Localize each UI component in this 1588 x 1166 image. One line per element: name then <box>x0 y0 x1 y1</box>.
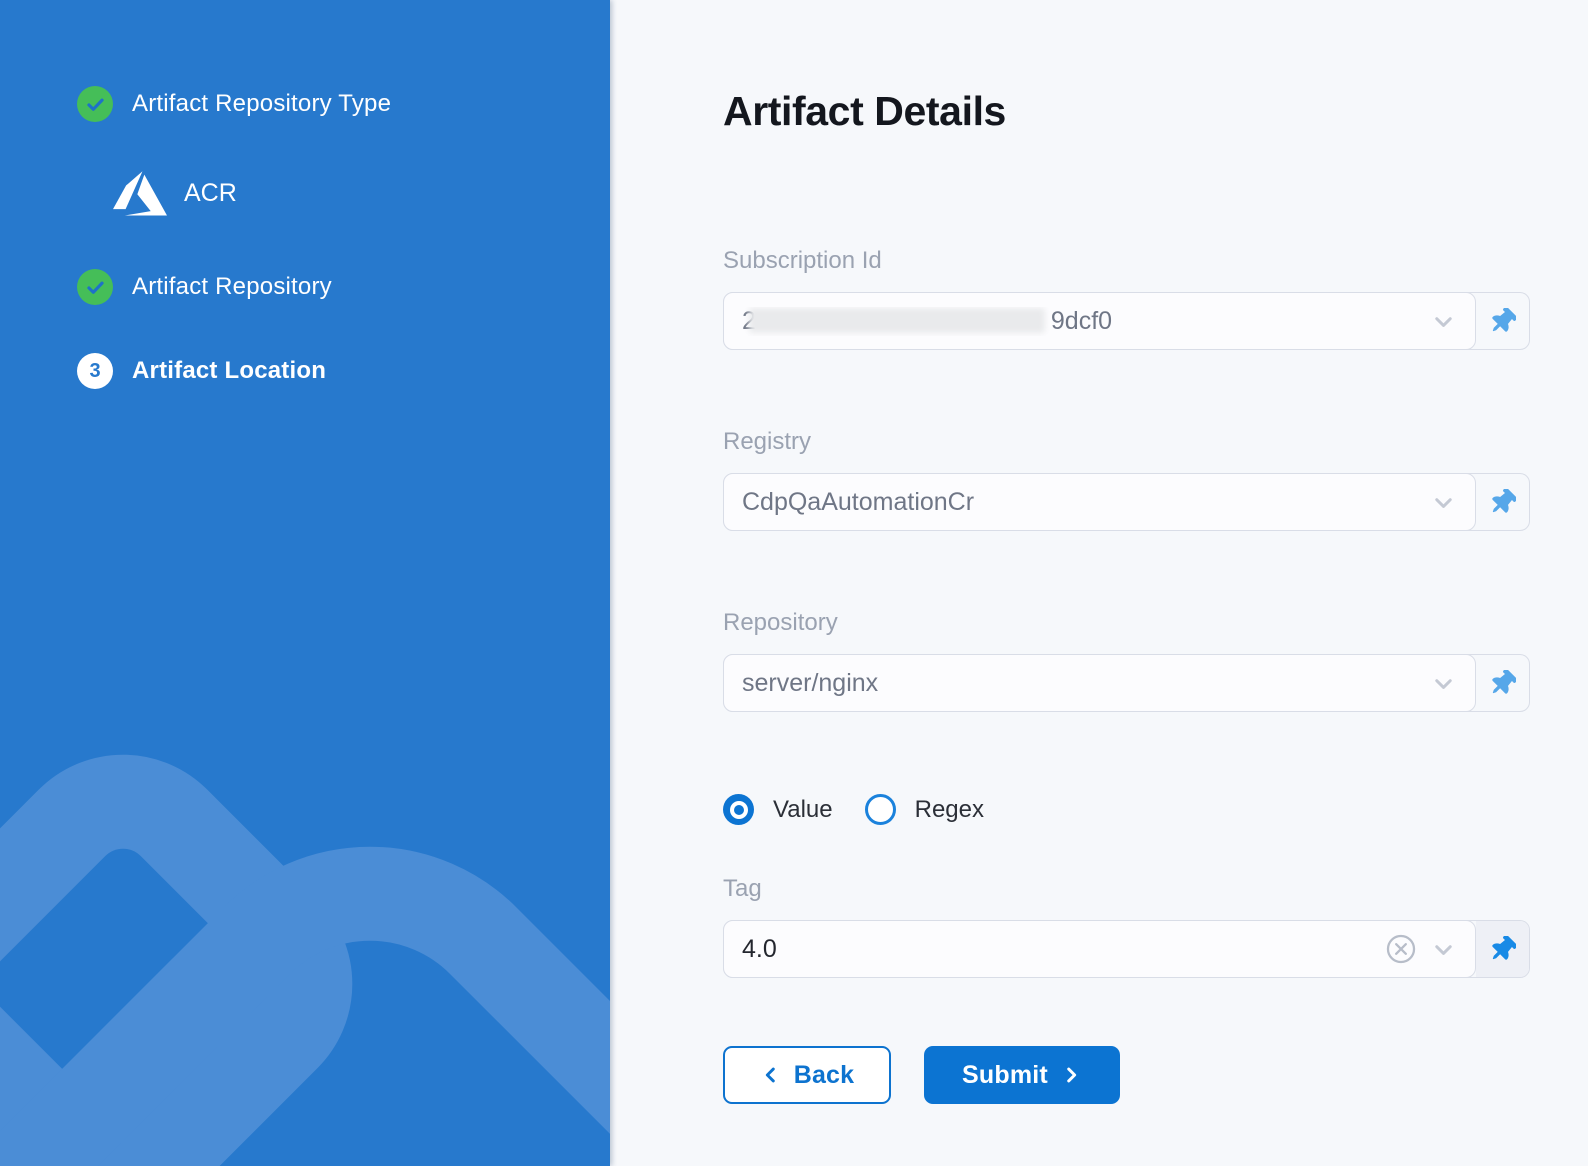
submit-button[interactable]: Submit <box>924 1046 1120 1104</box>
step-label: Artifact Repository Type <box>132 90 391 118</box>
chevron-down-icon <box>1430 308 1457 335</box>
repository-value: server/nginx <box>742 669 1418 698</box>
step-complete-check-icon <box>77 269 113 305</box>
chevron-down-icon <box>1430 489 1457 516</box>
chevron-down-icon <box>1430 936 1457 963</box>
radio-selected-icon <box>723 794 754 825</box>
pin-button-active[interactable] <box>1476 921 1529 977</box>
subscription-id-value: 2 9dcf0 <box>742 307 1418 336</box>
subscription-id-select[interactable]: 2 9dcf0 <box>723 292 1476 350</box>
tag-field: 4.0 <box>723 920 1530 978</box>
repository-group: Repository server/nginx <box>723 609 1530 712</box>
tag-value: 4.0 <box>742 935 1372 964</box>
chevron-down-icon <box>1430 670 1457 697</box>
azure-logo-icon <box>113 170 167 217</box>
repository-label: Repository <box>723 609 1530 637</box>
radio-label: Value <box>773 796 833 824</box>
subscription-id-label: Subscription Id <box>723 247 1530 275</box>
repository-field: server/nginx <box>723 654 1530 712</box>
step-complete-check-icon <box>77 86 113 122</box>
tag-label: Tag <box>723 875 1530 903</box>
step-number-badge: 3 <box>77 353 113 389</box>
page-title: Artifact Details <box>723 88 1530 135</box>
redacted-blur-bar <box>749 308 1045 333</box>
artifact-details-panel: Artifact Details Subscription Id 2 9dcf0 <box>610 0 1588 1166</box>
radio-option-value[interactable]: Value <box>723 794 833 825</box>
step-artifact-repository[interactable]: Artifact Repository <box>77 269 610 305</box>
step-artifact-location: 3 Artifact Location <box>77 353 610 389</box>
subscription-id-group: Subscription Id 2 9dcf0 <box>723 247 1530 350</box>
subscription-id-field: 2 9dcf0 <box>723 292 1530 350</box>
radio-unselected-icon <box>865 794 896 825</box>
selected-repo-type-acr: ACR <box>113 170 610 217</box>
chevron-left-icon <box>760 1064 782 1086</box>
repo-type-label: ACR <box>184 179 237 208</box>
step-artifact-repository-type[interactable]: Artifact Repository Type <box>77 86 610 122</box>
step-label: Artifact Repository <box>132 273 332 301</box>
match-mode-radio-group: Value Regex <box>723 794 1530 825</box>
registry-group: Registry CdpQaAutomationCr <box>723 428 1530 531</box>
radio-option-regex[interactable]: Regex <box>865 794 984 825</box>
artifact-wizard: Artifact Repository Type ACR Artifact Re… <box>0 0 1588 1166</box>
back-button[interactable]: Back <box>723 1046 891 1104</box>
registry-value: CdpQaAutomationCr <box>742 488 1418 517</box>
pin-button[interactable] <box>1476 474 1529 530</box>
registry-select[interactable]: CdpQaAutomationCr <box>723 473 1476 531</box>
wizard-actions: Back Submit <box>723 1046 1530 1104</box>
clear-icon[interactable] <box>1384 932 1418 966</box>
repository-select[interactable]: server/nginx <box>723 654 1476 712</box>
registry-field: CdpQaAutomationCr <box>723 473 1530 531</box>
wizard-steps-sidebar: Artifact Repository Type ACR Artifact Re… <box>0 0 610 1166</box>
radio-label: Regex <box>915 796 984 824</box>
artifact-details-form: Subscription Id 2 9dcf0 <box>723 247 1530 1104</box>
registry-label: Registry <box>723 428 1530 456</box>
pin-button[interactable] <box>1476 293 1529 349</box>
tag-group: Tag 4.0 <box>723 875 1530 978</box>
chevron-right-icon <box>1060 1064 1082 1086</box>
step-label: Artifact Location <box>132 357 326 385</box>
pin-button[interactable] <box>1476 655 1529 711</box>
tag-input[interactable]: 4.0 <box>723 920 1476 978</box>
